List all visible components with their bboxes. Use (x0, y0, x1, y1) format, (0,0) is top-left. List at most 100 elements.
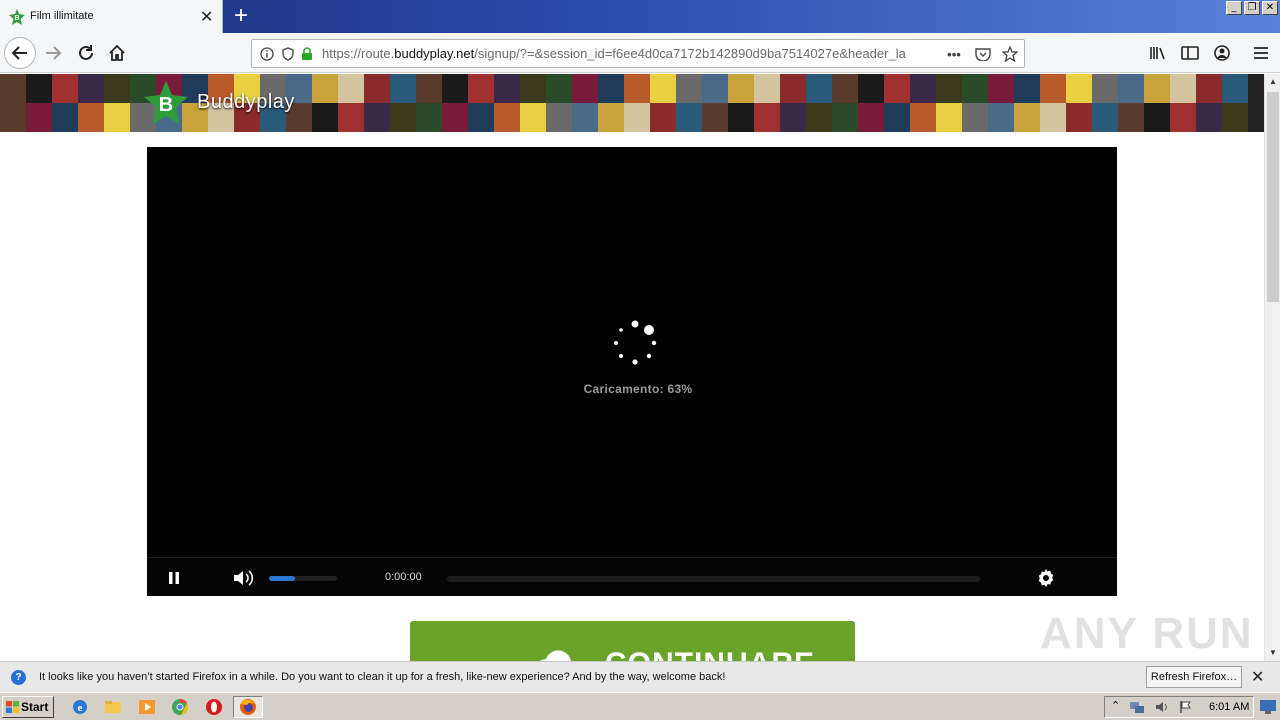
seek-bar[interactable] (447, 576, 980, 582)
poster-thumbnail (754, 74, 780, 103)
forward-icon[interactable] (37, 37, 69, 69)
tab-close-icon[interactable]: ✕ (200, 7, 213, 27)
pause-icon[interactable] (167, 571, 181, 585)
internet-explorer-icon[interactable]: e (71, 698, 89, 716)
tab-active[interactable]: B Film illimitate ✕ (0, 0, 223, 33)
poster-thumbnail (962, 103, 988, 132)
opera-icon[interactable] (205, 698, 223, 716)
poster-thumbnail (312, 103, 338, 132)
gear-icon[interactable] (1036, 568, 1056, 588)
scroll-down-icon[interactable]: ▼ (1265, 645, 1280, 661)
poster-thumbnail (650, 103, 676, 132)
poster-thumbnail (520, 74, 546, 103)
poster-thumbnail (1144, 103, 1170, 132)
media-player-icon[interactable] (138, 698, 156, 716)
window-close-icon[interactable]: ✕ (1262, 1, 1278, 15)
poster-thumbnail (26, 103, 52, 132)
show-desktop-icon[interactable] (1259, 699, 1277, 715)
poster-thumbnail (338, 74, 364, 103)
tab-title: Film illimitate (30, 10, 94, 22)
account-icon[interactable] (1206, 37, 1238, 69)
refresh-firefox-button[interactable]: Refresh Firefox… (1146, 666, 1242, 688)
poster-thumbnail (390, 74, 416, 103)
volume-icon[interactable] (233, 570, 255, 586)
poster-thumbnail (832, 103, 858, 132)
library-icon[interactable] (1142, 37, 1174, 69)
poster-thumbnail (1118, 74, 1144, 103)
poster-thumbnail (52, 103, 78, 132)
poster-thumbnail (598, 103, 624, 132)
continue-button[interactable]: CONTINUARE (410, 621, 855, 661)
scrollbar-thumb[interactable] (1267, 92, 1279, 302)
pocket-icon[interactable] (975, 46, 991, 62)
action-center-flag-icon[interactable] (1179, 700, 1193, 714)
new-tab-icon[interactable]: + (229, 3, 253, 29)
more-icon[interactable]: ••• (946, 46, 962, 62)
current-time: 0:00:00 (385, 571, 422, 583)
poster-thumbnail (26, 74, 52, 103)
windows-flag-icon (6, 701, 19, 713)
url-text[interactable]: https://route.buddyplay.net/signup/?=&se… (322, 46, 907, 61)
url-bar[interactable]: https://route.buddyplay.net/signup/?=&se… (251, 39, 1025, 68)
network-icon[interactable] (1129, 700, 1145, 714)
poster-thumbnail (624, 103, 650, 132)
loading-status: Caricamento: 63% (583, 382, 693, 396)
poster-thumbnail (1118, 103, 1144, 132)
menu-icon[interactable] (1245, 37, 1277, 69)
poster-thumbnail (468, 103, 494, 132)
notification-message: It looks like you haven’t started Firefo… (39, 671, 726, 683)
poster-thumbnail (1170, 103, 1196, 132)
page-scrollbar[interactable]: ▲ ▼ (1264, 74, 1280, 661)
start-button[interactable]: Start (2, 696, 54, 718)
svg-text:B: B (14, 15, 19, 22)
back-icon[interactable] (4, 37, 36, 69)
folder-icon[interactable] (104, 698, 122, 716)
brand-name[interactable]: Buddyplay (197, 91, 295, 114)
poster-thumbnail (936, 74, 962, 103)
taskbar-firefox-active[interactable] (233, 696, 263, 718)
info-icon[interactable] (259, 46, 275, 62)
anyrun-watermark: ANY RUN (1040, 609, 1254, 658)
video-player[interactable]: Caricamento: 63% 0:00:00 (147, 147, 1117, 596)
poster-thumbnail (806, 74, 832, 103)
poster-thumbnail (728, 103, 754, 132)
poster-thumbnail (572, 103, 598, 132)
continue-button-label: CONTINUARE (605, 647, 815, 661)
restore-icon[interactable]: ❐ (1244, 1, 1260, 15)
poster-thumbnail (910, 103, 936, 132)
poster-thumbnail (780, 74, 806, 103)
cloud-download-icon (540, 650, 572, 661)
sidebar-icon[interactable] (1174, 37, 1206, 69)
loading-spinner-icon (614, 320, 657, 365)
bookmark-star-icon[interactable] (1002, 46, 1018, 62)
notification-close-icon[interactable]: ✕ (1251, 667, 1264, 687)
volume-slider[interactable] (269, 576, 337, 581)
minimize-icon[interactable]: _ (1226, 1, 1242, 15)
poster-thumbnail (1222, 103, 1248, 132)
chrome-icon[interactable] (171, 698, 189, 716)
poster-thumbnail (312, 74, 338, 103)
poster-thumbnail (962, 74, 988, 103)
poster-thumbnail (520, 103, 546, 132)
poster-thumbnail (1222, 74, 1248, 103)
speaker-icon[interactable] (1155, 700, 1171, 714)
poster-thumbnail (832, 74, 858, 103)
reload-icon[interactable] (70, 37, 102, 69)
poster-thumbnail (754, 103, 780, 132)
poster-thumbnail (494, 74, 520, 103)
poster-thumbnail (364, 74, 390, 103)
tray-expand-icon[interactable]: ⌃ (1111, 699, 1120, 712)
buddyplay-logo-icon[interactable]: B (142, 80, 190, 126)
poster-thumbnail (0, 74, 26, 103)
poster-thumbnail (650, 74, 676, 103)
scroll-up-icon[interactable]: ▲ (1265, 74, 1280, 90)
poster-thumbnail (806, 103, 832, 132)
lock-icon[interactable] (299, 46, 315, 62)
poster-thumbnail (728, 74, 754, 103)
window-controls: _ ❐ ✕ (1226, 1, 1278, 15)
poster-thumbnail (416, 103, 442, 132)
shield-icon[interactable] (280, 46, 296, 62)
poster-thumbnail (0, 103, 26, 132)
poster-thumbnail (338, 103, 364, 132)
home-icon[interactable] (101, 37, 133, 69)
